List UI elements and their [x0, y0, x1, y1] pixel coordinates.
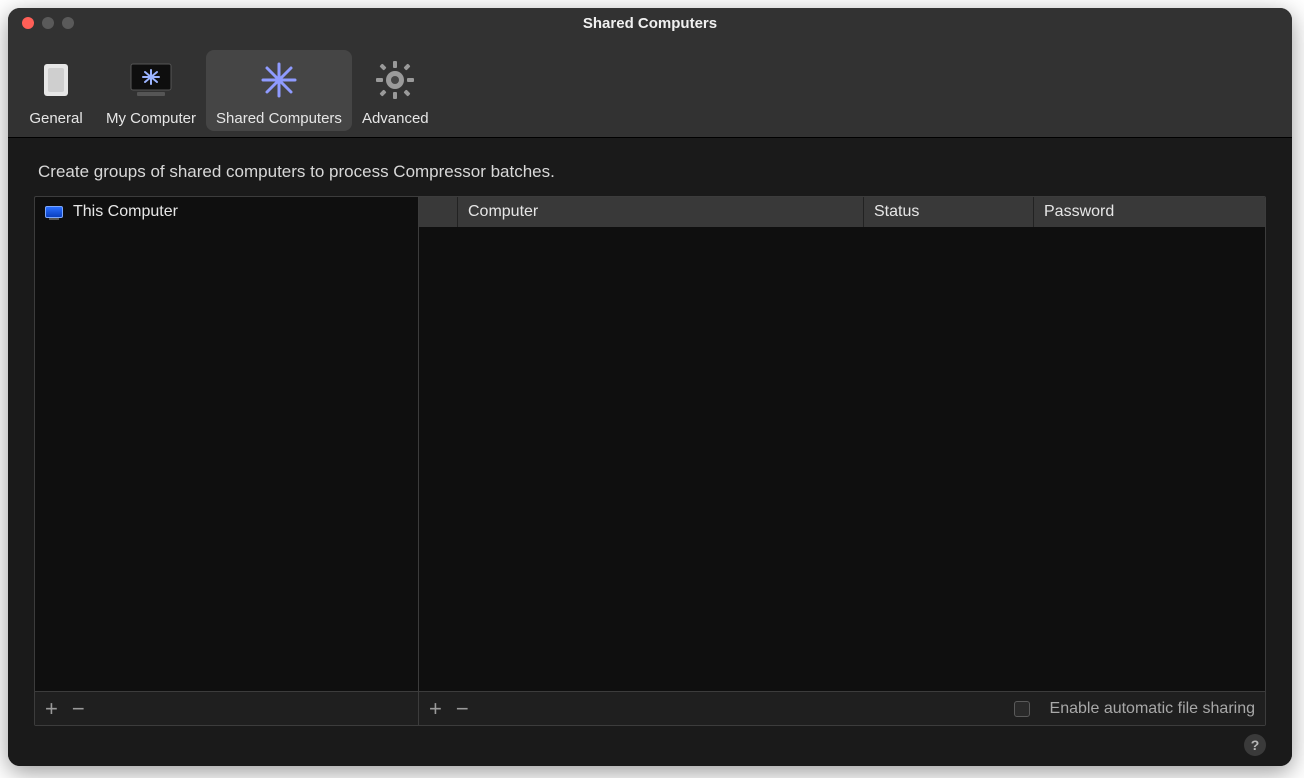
computer-icon — [45, 206, 63, 218]
tab-general[interactable]: General — [16, 50, 96, 131]
split-view: This Computer + − Computer Status Passwo… — [34, 196, 1266, 726]
gear-icon — [371, 56, 419, 104]
tab-my-computer[interactable]: My Computer — [96, 50, 206, 131]
computers-columns-header: Computer Status Password — [419, 197, 1265, 227]
column-computer[interactable]: Computer — [457, 197, 863, 227]
my-computer-icon — [127, 56, 175, 104]
tab-shared-computers[interactable]: Shared Computers — [206, 50, 352, 131]
column-password[interactable]: Password — [1033, 197, 1265, 227]
enable-auto-share-label: Enable automatic file sharing — [1050, 700, 1255, 718]
close-window-button[interactable] — [22, 17, 34, 29]
remove-group-button[interactable]: − — [72, 698, 85, 720]
groups-footer: + − — [35, 691, 418, 725]
help-button[interactable]: ? — [1244, 734, 1266, 756]
computers-footer: + − Enable automatic file sharing — [419, 691, 1265, 725]
computers-list[interactable] — [419, 227, 1265, 691]
add-group-button[interactable]: + — [45, 698, 58, 720]
zoom-window-button[interactable] — [62, 17, 74, 29]
titlebar: Shared Computers — [8, 8, 1292, 38]
tab-label: Advanced — [362, 110, 429, 127]
preferences-toolbar: General My Computer — [8, 38, 1292, 138]
window-title: Shared Computers — [8, 15, 1292, 32]
window-controls — [8, 17, 74, 29]
tab-label: My Computer — [106, 110, 196, 127]
column-status[interactable]: Status — [863, 197, 1033, 227]
computers-panel: Computer Status Password + − Enable auto… — [419, 197, 1265, 725]
pane-description: Create groups of shared computers to pro… — [38, 162, 1266, 182]
remove-computer-button[interactable]: − — [456, 698, 469, 720]
general-icon — [32, 56, 80, 104]
preferences-window: Shared Computers General — [8, 8, 1292, 766]
groups-list[interactable]: This Computer — [35, 197, 418, 691]
column-spacer — [419, 197, 457, 227]
tab-label: Shared Computers — [216, 110, 342, 127]
shared-computers-icon — [255, 56, 303, 104]
add-computer-button[interactable]: + — [429, 698, 442, 720]
groups-panel: This Computer + − — [35, 197, 419, 725]
shared-computers-pane: Create groups of shared computers to pro… — [8, 138, 1292, 766]
group-row[interactable]: This Computer — [35, 197, 418, 227]
minimize-window-button[interactable] — [42, 17, 54, 29]
enable-auto-share-checkbox[interactable] — [1014, 701, 1030, 717]
tab-label: General — [29, 110, 82, 127]
tab-advanced[interactable]: Advanced — [352, 50, 439, 131]
group-name: This Computer — [73, 203, 178, 221]
